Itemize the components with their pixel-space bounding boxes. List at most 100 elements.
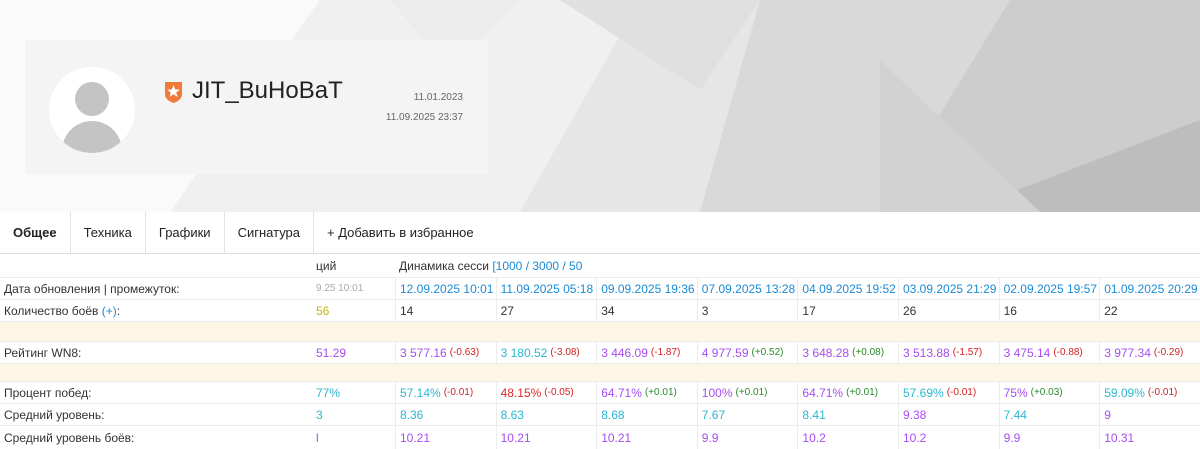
wn8-cell: 3 577.16 (-0.63) <box>395 342 496 363</box>
wn8-cell: 3 475.14 (-0.88) <box>998 342 1100 363</box>
header-sessions: ций <box>316 258 337 273</box>
row-label: Процент побед: <box>4 385 92 400</box>
session-value: 9.25 10:01 <box>316 283 364 294</box>
avg-battle-tier-cell: 10.21 <box>395 426 496 449</box>
battles-cell: 17 <box>797 300 898 321</box>
row-label-text: Количество боёв <box>4 303 99 318</box>
wn8-delta: (-3.08) <box>550 347 580 358</box>
winrate-delta: (-0.01) <box>946 387 977 398</box>
row-label: Дата обновления | промежуток: <box>4 281 180 296</box>
wn8-delta: (+0.52) <box>751 347 784 358</box>
wn8-delta: (-0.88) <box>1053 347 1083 358</box>
header-empty <box>0 254 312 277</box>
date-cell: 09.09.2025 19:36 <box>596 278 697 299</box>
wn8-cell: 3 446.09 (-1.87) <box>596 342 697 363</box>
winrate-delta: (-0.01) <box>1147 387 1178 398</box>
winrate-value: 48.15% <box>500 385 542 400</box>
wn8-cell: 4 977.59 (+0.52) <box>696 342 798 363</box>
avg-tier-cell: 8.68 <box>596 404 697 425</box>
battles-cell: 27 <box>495 300 597 321</box>
wn8-cell: 3 977.34 (-0.29) <box>1099 342 1200 363</box>
winrate-cell: 75% (+0.03) <box>998 382 1100 403</box>
avg-tier-cell: 9.38 <box>898 404 999 425</box>
profile-header: JIT_BuHoBaT 11.01.2023 11.09.2025 23:37 <box>0 0 1200 212</box>
battles-cell: 22 <box>1099 300 1200 321</box>
dynamics-range-link[interactable]: [1000 / 3000 / 50 <box>492 259 582 273</box>
account-created-date: 11.01.2023 <box>413 92 463 103</box>
date-cell: 02.09.2025 19:57 <box>998 278 1100 299</box>
winrate-delta: (+0.01) <box>735 387 768 398</box>
date-cell: 03.09.2025 21:29 <box>898 278 999 299</box>
winrate-delta: (+0.01) <box>846 387 879 398</box>
wn8-cell: 3 180.52 (-3.08) <box>495 342 597 363</box>
expand-battles-link[interactable]: (+) <box>102 304 117 318</box>
wn8-cell: 3 648.28 (+0.08) <box>797 342 898 363</box>
tab-general[interactable]: Общее <box>0 212 71 254</box>
winrate-value: 64.71% <box>802 385 844 400</box>
tab-signature[interactable]: Сигнатура <box>225 212 315 254</box>
battles-cell: 14 <box>395 300 496 321</box>
session-value: l <box>316 430 319 445</box>
wn8-value: 3 475.14 <box>1003 345 1051 360</box>
avg-battle-tier-cell: 10.21 <box>596 426 697 449</box>
session-value: 56 <box>316 303 330 318</box>
tab-vehicles[interactable]: Техника <box>71 212 146 254</box>
avg-battle-tier-cell: 10.2 <box>898 426 999 449</box>
avg-battle-tier-cell: 9.9 <box>998 426 1100 449</box>
avg-tier-cell: 8.41 <box>797 404 898 425</box>
tab-charts[interactable]: Графики <box>146 212 225 254</box>
avg-battle-tier-cell: 9.9 <box>696 426 798 449</box>
table-header-row: ций Динамика сесси [1000 / 3000 / 50 <box>0 254 1200 277</box>
wn8-value: 3 977.34 <box>1104 345 1151 360</box>
winrate-cell: 100% (+0.01) <box>696 382 798 403</box>
dynamics-header: Динамика сесси [1000 / 3000 / 50 <box>395 254 1200 277</box>
date-cell: 04.09.2025 19:52 <box>797 278 898 299</box>
wn8-delta: (-0.63) <box>449 347 480 358</box>
row-label: Средний уровень боёв: <box>4 430 135 445</box>
winrate-delta: (-0.05) <box>544 387 574 398</box>
wn8-delta: (+0.08) <box>852 347 885 358</box>
winrate-cell: 64.71% (+0.01) <box>797 382 898 403</box>
avg-battle-tier-cell: 10.2 <box>797 426 898 449</box>
avg-tier-cell: 9 <box>1099 404 1200 425</box>
player-nickname: JIT_BuHoBaT <box>192 77 343 104</box>
table-row-updated: Дата обновления | промежуток: 9.25 10:01… <box>0 277 1200 299</box>
winrate-cell: 64.71% (+0.01) <box>596 382 697 403</box>
winrate-delta: (+0.03) <box>1030 387 1063 398</box>
wn8-value: 4 977.59 <box>701 345 749 360</box>
spacer-row <box>0 363 1200 381</box>
row-label: Средний уровень: <box>4 407 105 422</box>
table-row-avg-tier: Средний уровень: 3 8.36 8.63 8.68 7.67 8… <box>0 403 1200 425</box>
tab-bar: Общее Техника Графики Сигнатура + Добави… <box>0 212 1200 254</box>
avg-tier-cell: 7.44 <box>998 404 1100 425</box>
date-cell: 11.09.2025 05:18 <box>495 278 597 299</box>
avg-tier-cell: 8.36 <box>395 404 496 425</box>
winrate-delta: (-0.01) <box>443 387 474 398</box>
winrate-value: 57.69% <box>903 385 944 400</box>
table-row-wn8: Рейтинг WN8: 51.29 3 577.16 (-0.63) 3 180… <box>0 341 1200 363</box>
table-row-battles: Количество боёв (+): 56 14 27 34 3 17 26… <box>0 299 1200 321</box>
add-to-favorites-button[interactable]: + Добавить в избранное <box>314 212 487 254</box>
avatar-body <box>62 121 122 153</box>
avatar <box>49 67 135 153</box>
session-value: 51.29 <box>316 345 347 360</box>
table-row-winrate: Процент побед: 77% 57.14% (-0.01) 48.15%(… <box>0 381 1200 403</box>
stats-updated-date: 11.09.2025 23:37 <box>385 112 463 123</box>
winrate-value: 75% <box>1003 385 1028 400</box>
date-cell: 12.09.2025 10:01 <box>395 278 496 299</box>
winrate-value: 57.14% <box>400 385 441 400</box>
wn8-cell: 3 513.88 (-1.57) <box>898 342 999 363</box>
row-label-colon: : <box>116 303 121 318</box>
wn8-delta: (-1.87) <box>650 347 681 358</box>
table-row-avg-battle-tier: Средний уровень боёв: l 10.21 10.21 10.2… <box>0 425 1200 449</box>
row-label: Количество боёв (+): <box>0 300 312 321</box>
avg-battle-tier-cell: 10.31 <box>1099 426 1200 449</box>
winrate-cell: 59.09% (-0.01) <box>1099 382 1200 403</box>
wn8-value: 3 577.16 <box>400 345 447 360</box>
wn8-delta: (-0.29) <box>1153 347 1184 358</box>
avatar-head <box>75 82 109 116</box>
battles-cell: 34 <box>596 300 697 321</box>
session-value: 3 <box>316 407 323 422</box>
wn8-value: 3 513.88 <box>903 345 950 360</box>
winrate-value: 100% <box>701 385 733 400</box>
